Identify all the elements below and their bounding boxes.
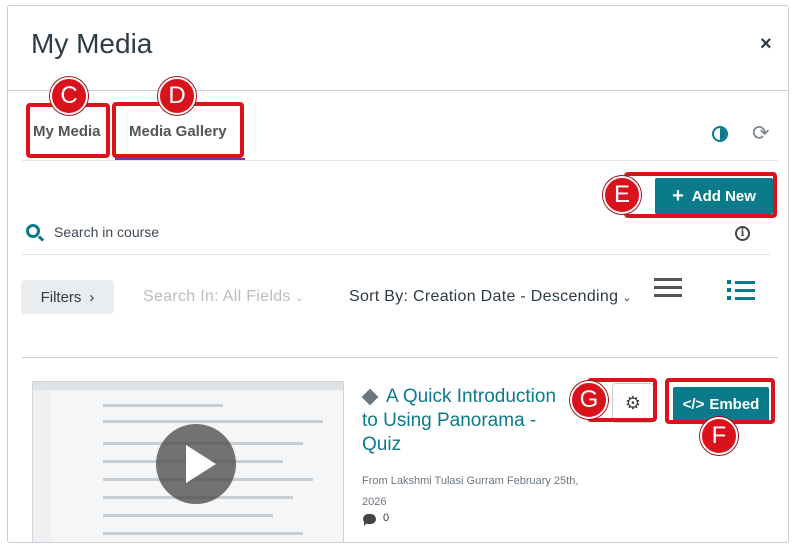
add-new-button[interactable]: + Add New [655,178,773,214]
search-in-dropdown[interactable]: Search In: All Fields ⌄ [143,288,304,306]
comment-icon [363,514,376,526]
divider [22,254,770,255]
chevron-down-icon: ⌄ [622,292,632,304]
close-icon[interactable]: × [760,33,772,56]
info-icon[interactable]: i [735,226,750,241]
settings-button[interactable]: ⚙ [612,383,654,423]
media-meta: From Lakshmi Tulasi Gurram February 25th… [362,475,579,508]
detailed-view-icon[interactable] [727,280,755,300]
callout-badge-g: G [570,381,608,419]
modal-title: My Media [31,28,153,59]
search-input[interactable] [54,224,554,240]
search-icon [26,224,40,238]
chevron-right-icon: › [89,288,95,306]
list-view-icon[interactable] [654,278,682,298]
code-icon: </> [682,395,705,413]
search-in-label: Search In: All Fields [143,288,291,305]
tab-my-media[interactable]: My Media [33,123,101,140]
plus-icon: + [672,185,684,207]
comment-count: 0 [383,512,390,524]
filters-label: Filters [40,288,82,306]
media-title-link[interactable]: A Quick Introduction to Using Panorama -… [362,385,572,457]
tab-media-gallery[interactable]: Media Gallery [129,123,227,140]
gear-icon: ⚙ [624,392,642,413]
filters-button[interactable]: Filters › [21,280,114,314]
sort-by-label: Sort By: Creation Date - Descending [349,288,619,305]
callout-badge-c: C [50,77,88,115]
my-media-modal: My Media × My Media Media Gallery ⟳ + Ad… [7,5,789,543]
play-icon[interactable] [156,424,236,504]
thumbnail-sidebar [33,390,51,542]
add-new-label: Add New [691,187,756,205]
divider [22,357,778,358]
divider [8,90,788,91]
divider [22,160,778,161]
embed-label: Embed [709,395,760,413]
chevron-down-icon: ⌄ [294,292,305,304]
thumbnail-browser-bar [33,382,343,390]
media-thumbnail[interactable] [32,381,344,542]
contrast-icon[interactable] [712,126,728,142]
callout-badge-e: E [603,176,641,214]
embed-button[interactable]: </> Embed [673,387,769,421]
refresh-icon[interactable]: ⟳ [752,121,770,146]
callout-badge-d: D [158,77,196,115]
sort-by-dropdown[interactable]: Sort By: Creation Date - Descending ⌄ [349,288,632,306]
callout-badge-f: F [700,417,738,455]
